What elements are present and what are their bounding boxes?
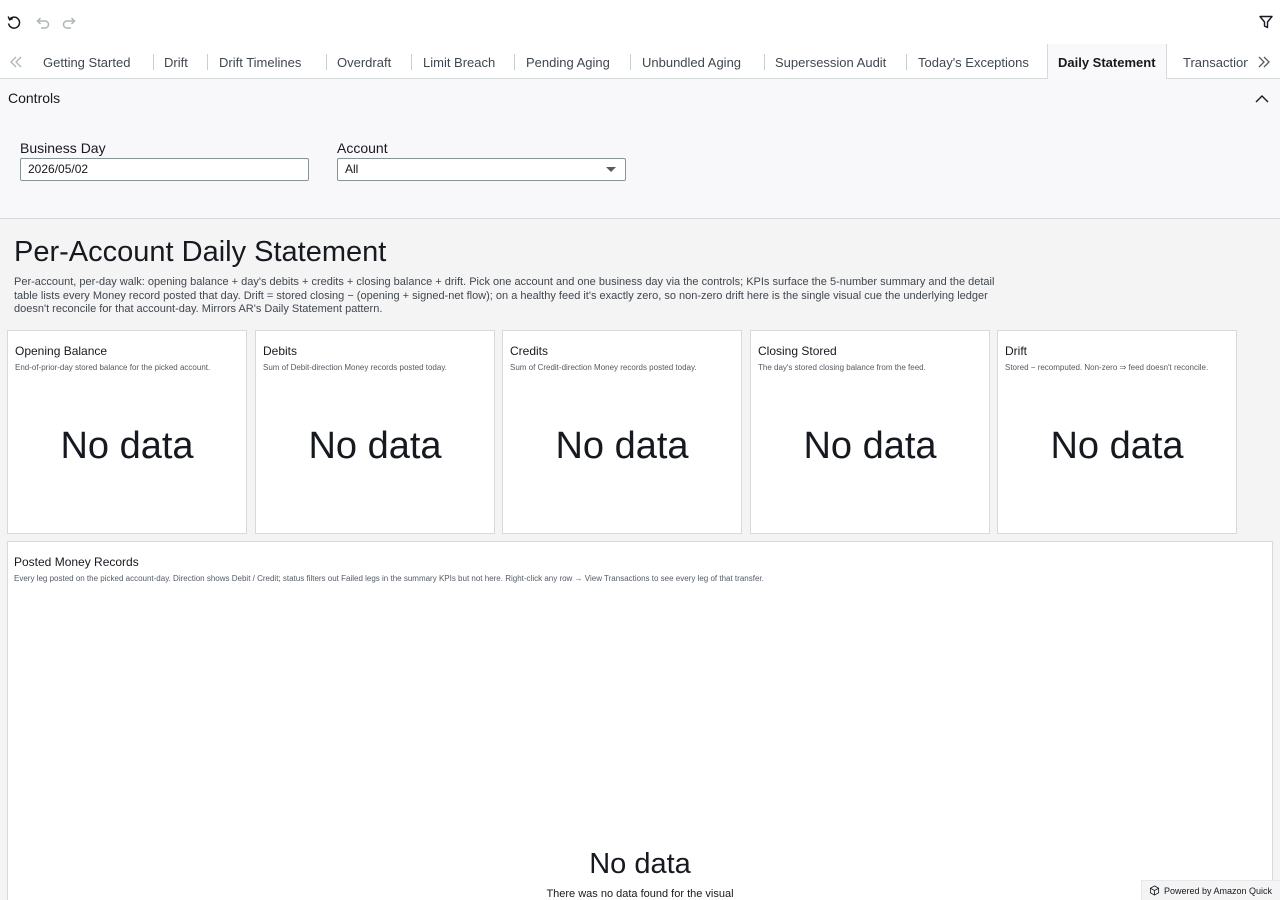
scroll-tabs-right-icon[interactable] (1250, 44, 1278, 79)
tab-divider (514, 54, 515, 70)
tab-todays-exceptions[interactable]: Today's Exceptions (914, 44, 1033, 79)
tab-divider (153, 54, 154, 70)
kpi-title: Closing Stored (758, 344, 837, 358)
kpi-value: No data (308, 425, 442, 467)
kpi-subtitle: Stored − recomputed. Non-zero ⇒ feed doe… (1005, 363, 1209, 372)
filter-icon[interactable] (1256, 12, 1276, 32)
powered-by-badge[interactable]: Powered by Amazon Quick (1140, 880, 1280, 900)
business-day-value: 2026/05/02 (28, 162, 89, 176)
table-empty-message: There was no data found for the visual (546, 888, 734, 900)
tab-divider (411, 54, 412, 70)
kpi-drift[interactable]: Drift Stored − recomputed. Non-zero ⇒ fe… (997, 330, 1237, 534)
tab-divider (326, 54, 327, 70)
scroll-tabs-left-icon[interactable] (2, 44, 30, 79)
sheet-tabs: Getting Started Drift Drift Timelines Ov… (28, 44, 1248, 79)
tab-divider (630, 54, 631, 70)
account-selected-value: All (345, 162, 359, 176)
controls-panel: Controls Business Day 2026/05/02 Account… (0, 79, 1280, 219)
tab-divider (764, 54, 765, 70)
kpi-value: No data (555, 425, 689, 467)
account-label: Account (337, 140, 388, 156)
kpi-opening-balance[interactable]: Opening Balance End-of-prior-day stored … (7, 330, 247, 534)
dropdown-caret-icon (606, 167, 616, 172)
kpi-title: Opening Balance (15, 344, 108, 358)
sheet-title: Per-Account Daily Statement (14, 236, 387, 268)
amazon-quick-logo-icon (1149, 885, 1159, 896)
posted-money-records-table[interactable]: Posted Money Records Every leg posted on… (7, 541, 1273, 900)
kpi-title: Drift (1005, 344, 1027, 358)
tab-getting-started[interactable]: Getting Started (39, 44, 134, 79)
kpi-value: No data (1050, 425, 1184, 467)
table-title: Posted Money Records (14, 555, 139, 569)
tab-drift[interactable]: Drift (160, 44, 192, 79)
tab-drift-timelines[interactable]: Drift Timelines (215, 44, 305, 79)
tab-divider (906, 54, 907, 70)
sheet-description: Per-account, per-day walk: opening balan… (14, 276, 995, 315)
kpi-closing-stored[interactable]: Closing Stored The day's stored closing … (750, 330, 990, 534)
kpi-subtitle: Sum of Credit-direction Money records po… (510, 363, 697, 372)
kpi-subtitle: The day's stored closing balance from th… (758, 363, 926, 372)
kpi-value: No data (60, 425, 194, 467)
reset-icon[interactable] (4, 12, 24, 32)
tab-daily-statement[interactable]: Daily Statement (1047, 44, 1167, 79)
top-toolbar (0, 0, 1280, 44)
powered-by-text: Powered by Amazon Quick (1163, 886, 1272, 896)
table-subtitle: Every leg posted on the picked account-d… (14, 574, 764, 583)
business-day-label: Business Day (20, 140, 106, 156)
kpi-title: Credits (510, 344, 549, 358)
kpi-subtitle: End-of-prior-day stored balance for the … (15, 363, 211, 372)
controls-title: Controls (8, 90, 61, 106)
sheet-canvas: Per-Account Daily Statement Per-account,… (0, 219, 1280, 900)
tab-pending-aging[interactable]: Pending Aging (522, 44, 614, 79)
tab-unbundled-aging[interactable]: Unbundled Aging (638, 44, 745, 79)
tab-divider (207, 54, 208, 70)
tab-overdraft[interactable]: Overdraft (333, 44, 395, 79)
undo-icon[interactable] (32, 12, 52, 32)
kpi-debits[interactable]: Debits Sum of Debit-direction Money reco… (255, 330, 495, 534)
kpi-subtitle: Sum of Debit-direction Money records pos… (263, 363, 447, 372)
tab-supersession-audit[interactable]: Supersession Audit (771, 44, 890, 79)
tab-transactions[interactable]: Transactions (1179, 44, 1248, 79)
table-empty-title: No data (589, 848, 691, 880)
collapse-controls-icon[interactable] (1254, 91, 1270, 107)
kpi-value: No data (803, 425, 937, 467)
sheet-tab-bar: Getting Started Drift Drift Timelines Ov… (0, 44, 1280, 79)
business-day-input[interactable]: 2026/05/02 (20, 158, 309, 181)
tab-limit-breach[interactable]: Limit Breach (419, 44, 499, 79)
kpi-title: Debits (263, 344, 298, 358)
account-select[interactable]: All (337, 158, 626, 181)
redo-icon[interactable] (60, 12, 80, 32)
kpi-credits[interactable]: Credits Sum of Credit-direction Money re… (502, 330, 742, 534)
